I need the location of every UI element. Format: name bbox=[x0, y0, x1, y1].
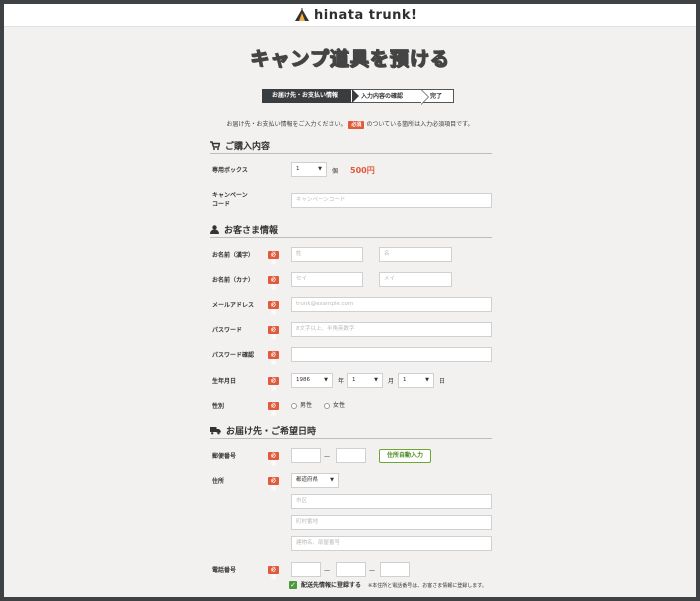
step-label: 入力内容の確認 bbox=[361, 93, 404, 100]
required-badge: 必須 bbox=[268, 251, 280, 266]
birth-year-select[interactable]: 1986 ▼ bbox=[291, 373, 333, 388]
step-label: お届け先・お支払い情報 bbox=[272, 92, 339, 99]
required-badge: 必須 bbox=[268, 276, 280, 291]
password-confirm-input[interactable] bbox=[291, 347, 492, 362]
box-unit: 個 bbox=[332, 168, 339, 175]
required-badge: 必須 bbox=[348, 120, 365, 129]
page-frame: hinata trunk! キャンプ道具を預ける お届け先・お支払い情報 入力内… bbox=[4, 4, 696, 597]
zip-first-input[interactable] bbox=[291, 448, 321, 463]
phone-label: 電話番号 必須 bbox=[212, 566, 280, 581]
city-input[interactable]: 市区 bbox=[291, 494, 492, 509]
step-label: 完了 bbox=[430, 93, 443, 100]
page-title: キャンプ道具を預ける bbox=[250, 48, 450, 71]
first-name-kana-input[interactable]: メイ bbox=[379, 272, 452, 287]
required-notice: お届け先・お支払い情報をご入力ください。 必須 のついている箇所は入力必須項目で… bbox=[226, 120, 474, 129]
last-name-input[interactable]: 姓 bbox=[291, 247, 363, 262]
birthday-label: 生年月日 必須 bbox=[212, 377, 280, 392]
name-label: お名前（漢字） 必須 bbox=[212, 251, 280, 266]
required-badge: 必須 bbox=[268, 566, 280, 581]
gender-female-radio[interactable] bbox=[324, 403, 330, 409]
gender-female-label: 女性 bbox=[333, 402, 346, 409]
required-badge: 必須 bbox=[268, 477, 280, 492]
chevron-down-icon: ▼ bbox=[318, 166, 322, 172]
check-icon: ✓ bbox=[290, 581, 296, 589]
birth-month-select[interactable]: 1 ▼ bbox=[347, 373, 383, 388]
register-delivery-checkbox[interactable]: ✓ bbox=[289, 581, 297, 589]
gender-male-label: 男性 bbox=[300, 402, 313, 409]
required-badge: 必須 bbox=[268, 351, 280, 366]
progress-steps: お届け先・お支払い情報 入力内容の確認 完了 bbox=[262, 89, 454, 105]
gender-label: 性別 必須 bbox=[212, 402, 280, 417]
email-label: メールアドレス 必須 bbox=[212, 301, 280, 316]
required-badge: 必須 bbox=[268, 326, 280, 341]
zip-label: 郵便番号 必須 bbox=[212, 452, 280, 467]
last-name-kana-input[interactable]: セイ bbox=[291, 272, 363, 287]
email-input[interactable]: trunk@example.com bbox=[291, 297, 492, 312]
tent-logo-icon bbox=[295, 8, 309, 21]
chevron-down-icon: ▼ bbox=[374, 377, 378, 383]
step-current: お届け先・お支払い情報 bbox=[262, 89, 359, 103]
prefecture-select[interactable]: 都道府県 ▼ bbox=[291, 473, 339, 488]
site-logo[interactable]: hinata trunk! bbox=[294, 7, 417, 23]
phone-dash: — bbox=[369, 567, 375, 574]
user-icon bbox=[210, 225, 219, 234]
box-price: 500円 bbox=[350, 166, 375, 175]
birth-day-select[interactable]: 1 ▼ bbox=[398, 373, 434, 388]
section-delivery-heading: お届け先・ご希望日時 bbox=[210, 423, 492, 439]
required-badge: 必須 bbox=[268, 301, 280, 316]
building-input[interactable]: 建物名、部屋番号 bbox=[291, 536, 492, 551]
site-header: hinata trunk! bbox=[4, 4, 696, 27]
register-delivery-label: 配送先情報に登録する bbox=[301, 582, 362, 589]
chevron-down-icon: ▼ bbox=[425, 377, 429, 383]
phone-dash: — bbox=[324, 567, 330, 574]
required-badge: 必須 bbox=[268, 402, 280, 417]
chevron-down-icon: ▼ bbox=[324, 377, 328, 383]
phone-third-input[interactable] bbox=[380, 562, 410, 577]
password-label: パスワード 必須 bbox=[212, 326, 280, 341]
cart-icon bbox=[210, 141, 220, 150]
year-unit: 年 bbox=[338, 378, 345, 385]
truck-icon bbox=[210, 427, 221, 435]
required-badge: 必須 bbox=[268, 452, 280, 467]
password-confirm-label: パスワード確認 必須 bbox=[212, 351, 280, 366]
campaign-code-input[interactable]: キャンペーンコード bbox=[291, 193, 492, 208]
section-customer-heading: お客さま情報 bbox=[210, 222, 492, 238]
section-purchase-heading: ご購入内容 bbox=[210, 138, 492, 154]
month-unit: 月 bbox=[388, 378, 395, 385]
address-autofill-button[interactable]: 住所自動入力 bbox=[379, 449, 431, 463]
box-label: 専用ボックス bbox=[212, 167, 248, 174]
street-input[interactable]: 町村番地 bbox=[291, 515, 492, 530]
phone-first-input[interactable] bbox=[291, 562, 321, 577]
box-quantity-select[interactable]: 1 ▼ bbox=[291, 162, 327, 177]
logo-text: hinata trunk! bbox=[314, 7, 418, 23]
gender-male-radio[interactable] bbox=[291, 403, 297, 409]
phone-second-input[interactable] bbox=[336, 562, 366, 577]
step-confirm: 入力内容の確認 bbox=[351, 89, 429, 105]
required-badge: 必須 bbox=[268, 377, 280, 392]
zip-dash: — bbox=[324, 453, 330, 460]
campaign-label: キャンペーン コード bbox=[212, 192, 248, 208]
first-name-input[interactable]: 名 bbox=[379, 247, 452, 262]
chevron-down-icon: ▼ bbox=[330, 477, 334, 483]
day-unit: 日 bbox=[439, 378, 446, 385]
zip-second-input[interactable] bbox=[336, 448, 366, 463]
password-input[interactable]: 8文字以上、半角英数字 bbox=[291, 322, 492, 337]
kana-label: お名前（カナ） 必須 bbox=[212, 276, 280, 291]
register-delivery-note: ※本住所と電話番号は、お客さま情報に登録します。 bbox=[368, 583, 487, 589]
address-label: 住所 必須 bbox=[212, 477, 280, 492]
